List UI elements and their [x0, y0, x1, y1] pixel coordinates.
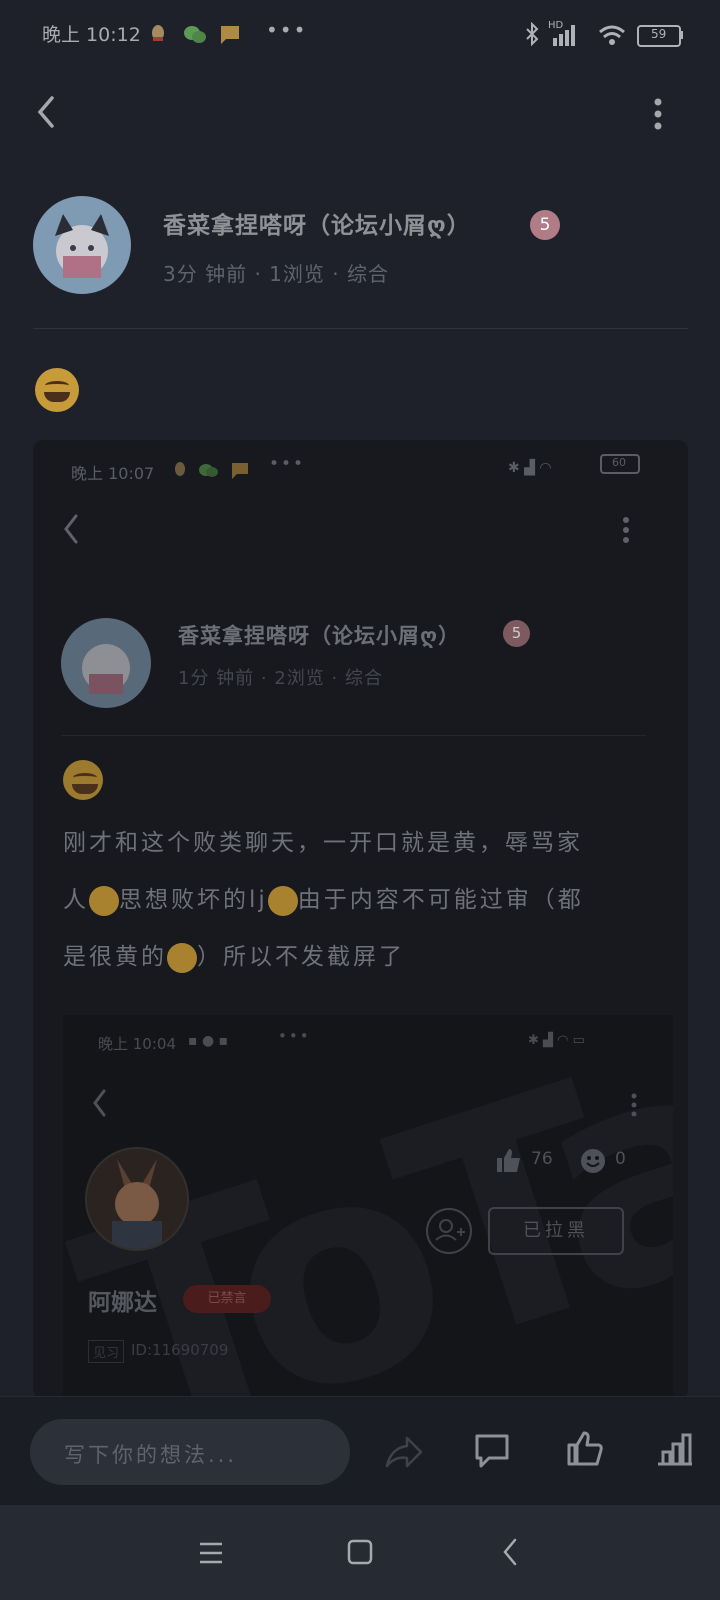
- text-line-2a: 人: [63, 887, 89, 913]
- embedded-message-icon: [232, 463, 248, 479]
- text-line-3a: 是很黄的: [63, 944, 167, 970]
- text-line-3: 是很黄的 ）所以不发截屏了: [63, 929, 663, 986]
- more-notifications-icon: •••: [266, 18, 308, 42]
- inline-emoji: [167, 942, 197, 973]
- like-icon[interactable]: [566, 1430, 604, 1468]
- embedded-more-icon: •••: [269, 454, 306, 474]
- follow-user-icon: [426, 1208, 472, 1254]
- stats-icon[interactable]: [655, 1430, 695, 1468]
- embedded-sweat-smile-emoji: [63, 760, 103, 800]
- battery-level: 59: [651, 27, 667, 41]
- avatar-image: [55, 214, 109, 278]
- text-line-2: 人 思想败坏的lj 由于内容不可能过审（都: [63, 872, 663, 929]
- comment-input[interactable]: 写下你的想法...: [30, 1419, 350, 1485]
- more-options-icon[interactable]: [652, 96, 664, 136]
- share-icon[interactable]: [383, 1434, 423, 1470]
- muted-badge: 已禁言: [183, 1285, 271, 1313]
- text-line-2c: 由于内容不可能过审（都: [297, 887, 584, 913]
- nested-back-icon: [93, 1089, 106, 1117]
- embedded-author-name: 香菜拿捏嗒呀（论坛小屑ღ）: [178, 624, 461, 648]
- embedded-post-text: 刚才和这个败类聊天，一开口就是黄，辱骂家 人 思想败坏的lj 由于内容不可能过审（都…: [63, 815, 663, 986]
- embedded-status-time: 晚上 10:07: [71, 464, 155, 483]
- emoji-count: 0: [615, 1149, 626, 1169]
- embedded-back-icon: [64, 514, 78, 544]
- home-icon[interactable]: [347, 1539, 373, 1565]
- wechat-icon: [184, 26, 206, 43]
- embedded-more-options-icon: [623, 517, 629, 543]
- embedded-post-meta: 1分 钟前 · 2浏览 · 综合: [178, 668, 383, 689]
- status-time: 晚上 10:12: [42, 24, 141, 46]
- text-line-3b: ）所以不发截屏了: [197, 944, 405, 970]
- emoji-reaction-icon: [581, 1149, 605, 1173]
- top-bar: [0, 68, 720, 178]
- text-line-2b: 思想败坏的lj: [119, 887, 268, 913]
- nested-status-time: 晚上 10:04: [98, 1035, 176, 1053]
- nested-user-name: 阿娜达: [88, 1290, 157, 1316]
- author-name[interactable]: 香菜拿捏嗒呀（论坛小屑ღ）: [163, 206, 471, 240]
- nested-user-id: ID:11690709: [131, 1341, 229, 1359]
- nested-more-icon: •••: [278, 1027, 311, 1045]
- embedded-level-badge: 5: [503, 620, 530, 647]
- bluetooth-icon: [526, 22, 539, 46]
- signal-icon: [553, 25, 575, 46]
- embedded-avatar: [61, 618, 151, 708]
- rank-tag: 见习: [88, 1340, 125, 1363]
- level-badge: 5: [530, 210, 560, 240]
- embedded-avatar-image: [82, 644, 130, 694]
- divider: [33, 328, 688, 329]
- battery-icon: 59: [637, 25, 681, 47]
- menu-icon[interactable]: [198, 1541, 224, 1565]
- nested-system-icons: ✱ ▟ ◠ ▭: [528, 1033, 585, 1048]
- nested-notification-icons: ▪ ● ▪: [188, 1033, 229, 1049]
- embedded-wechat-icon: [199, 464, 218, 477]
- embedded-divider: [61, 735, 646, 736]
- text-line-1: 刚才和这个败类聊天，一开口就是黄，辱骂家: [63, 830, 583, 856]
- muted-badge-label: 已禁言: [207, 1291, 247, 1306]
- comment-icon[interactable]: [473, 1432, 511, 1470]
- nested-screenshot: ToTa 晚上 10:04 ▪ ● ▪ ••• ✱ ▟ ◠ ▭ 76 0 已拉黑…: [63, 1015, 673, 1400]
- embedded-battery-icon: 60: [600, 454, 640, 474]
- status-bar: 晚上 10:12 ••• HD 59: [0, 0, 720, 68]
- blocked-button: 已拉黑: [488, 1207, 624, 1255]
- nav-back-icon[interactable]: [500, 1537, 520, 1567]
- qq-icon: [152, 25, 164, 41]
- sweat-smile-emoji: [35, 368, 79, 412]
- nested-avatar-image: [112, 1159, 162, 1249]
- comment-placeholder: 写下你的想法...: [64, 1443, 238, 1467]
- inline-emoji: [89, 885, 119, 916]
- nested-user-avatar: [85, 1147, 189, 1251]
- nested-more-options-icon: [631, 1093, 637, 1117]
- like-count: 76: [531, 1149, 553, 1169]
- embedded-system-icons: ✱ ▟ ◠: [508, 460, 552, 476]
- inline-emoji: [267, 885, 298, 916]
- author-avatar[interactable]: [33, 196, 131, 294]
- message-icon: [221, 26, 239, 44]
- wifi-icon: [599, 25, 625, 45]
- battery-tip: [680, 31, 683, 39]
- thumbs-up-icon: [497, 1149, 520, 1172]
- post-image[interactable]: 晚上 10:07 ••• ✱ ▟ ◠ 60 香菜拿捏嗒呀（论坛小屑ღ） 5 1分…: [33, 440, 688, 1400]
- back-icon[interactable]: [30, 92, 70, 132]
- post-meta: 3分 钟前 · 1浏览 · 综合: [163, 262, 389, 286]
- embedded-qq-icon: [175, 462, 185, 476]
- embedded-battery-level: 60: [612, 456, 626, 469]
- system-nav-bar: [0, 1505, 720, 1600]
